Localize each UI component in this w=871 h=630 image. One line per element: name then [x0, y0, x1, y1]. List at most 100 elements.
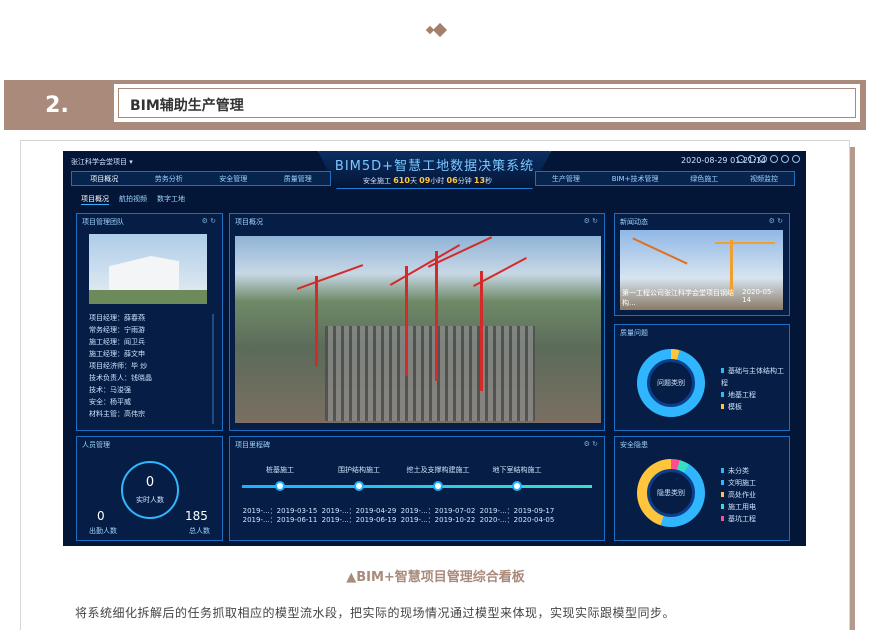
card-shadow [850, 147, 855, 630]
quality-panel: 质量问题 问题类别 基础与主体结构工程 地基工程 模板 [614, 324, 790, 431]
safe-seconds-unit: 秒 [485, 177, 493, 185]
milestone-actual: 2019-...：2019-06-11 [242, 516, 318, 524]
section-number: 2. [45, 92, 69, 118]
panel-title: 人员管理 [82, 441, 110, 449]
scrollbar[interactable] [212, 314, 214, 424]
site-aerial-photo [235, 236, 601, 423]
project-name: 张江科学会堂项目 [71, 158, 127, 166]
help-icon[interactable] [781, 155, 789, 163]
settings-refresh-icon[interactable]: ⚙ ↻ [584, 217, 598, 225]
user-icon[interactable] [792, 155, 800, 163]
subtabs: 项目概况 航拍视频 数字工地 [81, 194, 185, 205]
total-value: 185 [185, 509, 208, 523]
people-panel: 人员管理 0 实时人数 0 出勤人数 185 总人数 [76, 436, 223, 541]
nav-item[interactable]: 安全管理 [219, 174, 247, 184]
nav-item[interactable]: 质量管理 [284, 174, 312, 184]
safe-seconds: 13 [473, 176, 486, 185]
milestone-plan: 2019-...：2019-07-02 [400, 507, 476, 515]
panel-title: 新闻动态 [620, 218, 648, 226]
safety-donut-center: 隐患类别 [647, 469, 695, 517]
milestone-name: 桩基施工 [266, 466, 294, 474]
figure-caption: ▲BIM+智慧项目管理综合看板 [346, 570, 525, 585]
attendance-label: 出勤人数 [89, 527, 117, 535]
milestone-dot [354, 481, 364, 491]
panel-title: 项目里程碑 [235, 441, 270, 449]
nav-item[interactable]: 项目概况 [90, 174, 118, 184]
milestone-name: 围护结构施工 [338, 466, 380, 474]
settings-refresh-icon[interactable]: ⚙ ↻ [202, 217, 216, 225]
role: 项目经济师：毕 炒 [89, 362, 148, 370]
safe-hours-unit: 小时 [430, 177, 445, 185]
realtime-label: 实时人数 [136, 496, 164, 504]
role: 常务经理：宁雨游 [89, 326, 145, 334]
quality-legend: 基础与主体结构工程 地基工程 模板 [721, 365, 789, 413]
legend-item: 高处作业 [721, 489, 756, 501]
milestone-dot [433, 481, 443, 491]
safety-legend: 未分类 文明施工 高处作业 施工用电 基坑工程 [721, 465, 756, 525]
realtime-count: 0 [145, 475, 155, 490]
nav-item[interactable]: 视频监控 [750, 174, 778, 184]
milestone-dot [512, 481, 522, 491]
panel-title: 安全隐患 [620, 441, 648, 449]
dashboard-screenshot: 张江科学会堂项目 ▾ BIM5D+智慧工地数据决策系统 2020-08-29 0… [63, 151, 806, 546]
role: 施工经理：阎卫兵 [89, 338, 145, 346]
milestone-name: 挖土及支撑构建施工 [406, 466, 470, 474]
ornament-icon [425, 22, 448, 38]
safe-days-unit: 天 [409, 177, 417, 185]
settings-refresh-icon[interactable]: ⚙ ↻ [769, 217, 783, 225]
legend-item: 文明施工 [721, 477, 756, 489]
panel-title: 项目概况 [235, 218, 263, 226]
play-icon[interactable] [737, 155, 745, 163]
milestone-actual: 2020-...：2020-04-05 [479, 516, 555, 524]
project-selector[interactable]: 张江科学会堂项目 ▾ [71, 157, 133, 167]
nav-item[interactable]: BIM+技术管理 [612, 174, 659, 184]
overview-panel: 项目概况 ⚙ ↻ [229, 213, 605, 431]
section-header: 2. BIM辅助生产管理 [4, 80, 866, 130]
role: 材料主管：高伟宗 [89, 410, 145, 418]
role: 安全：杨平威 [89, 398, 131, 406]
settings-refresh-icon[interactable]: ⚙ ↻ [584, 440, 598, 448]
legend-item: 施工用电 [721, 501, 756, 513]
safe-hours: 09 [419, 176, 431, 185]
quality-donut-center: 问题类别 [647, 359, 695, 407]
milestone-name: 地下室结构施工 [492, 466, 542, 474]
body-paragraph: 将系统细化拆解后的任务抓取相应的模型流水段，把实际的现场情况通过模型来体现，实现… [75, 606, 676, 620]
attendance-value: 0 [97, 509, 105, 523]
realtime-ring: 0 实时人数 [121, 461, 179, 519]
legend-item: 模板 [721, 401, 789, 413]
subtab[interactable]: 数字工地 [157, 194, 185, 205]
team-panel: 项目管理团队 ⚙ ↻ 项目经理：薛春燕 常务经理：宁雨游 施工经理：阎卫兵 施工… [76, 213, 223, 431]
nav-item[interactable]: 劳务分析 [155, 174, 183, 184]
nav-item[interactable]: 生产管理 [552, 174, 580, 184]
subtab[interactable]: 航拍视频 [119, 194, 147, 205]
role: 施工经理：薛文申 [89, 350, 145, 358]
grid-icon[interactable] [748, 155, 756, 163]
role: 项目经理：薛春燕 [89, 314, 145, 322]
legend-item: 地基工程 [721, 389, 789, 401]
panel-title: 项目管理团队 [82, 218, 124, 226]
system-title: BIM5D+智慧工地数据决策系统 [334, 159, 535, 174]
subtab[interactable]: 项目概况 [81, 194, 109, 205]
legend-item: 基础与主体结构工程 [721, 367, 784, 387]
monitor-icon[interactable] [759, 155, 767, 163]
safety-counter: 安全施工 610天 09小时 06分钟 13秒 [363, 176, 492, 186]
shirt-icon[interactable] [770, 155, 778, 163]
legend-item: 未分类 [721, 465, 756, 477]
toolbar-icons [737, 155, 800, 163]
safe-prefix: 安全施工 [363, 177, 391, 185]
milestone-actual: 2019-...：2019-06-19 [321, 516, 397, 524]
news-caption: 第一工程公司张江科学会堂项目钢结构... [622, 289, 734, 307]
team-roles: 项目经理：薛春燕 常务经理：宁雨游 施工经理：阎卫兵 施工经理：薛文申 项目经济… [89, 312, 152, 420]
milestone-actual: 2019-...：2019-10-22 [400, 516, 476, 524]
nav-item[interactable]: 绿色施工 [690, 174, 718, 184]
milestone-dot [275, 481, 285, 491]
safe-days: 610 [393, 176, 410, 185]
milestone-plan: 2019-...：2019-09-17 [479, 507, 555, 515]
building-photo [89, 234, 207, 304]
news-date: 2020-05-14 [742, 288, 774, 304]
panel-title: 质量问题 [620, 329, 648, 337]
news-panel: 新闻动态 ⚙ ↻ 第一工程公司张江科学会堂项目钢结构... 2020-05-14 [614, 213, 790, 316]
role: 技术：马浚强 [89, 386, 131, 394]
news-photo[interactable]: 第一工程公司张江科学会堂项目钢结构... 2020-05-14 [620, 230, 783, 310]
milestone-plan: 2019-...：2019-03-15 [242, 507, 318, 515]
